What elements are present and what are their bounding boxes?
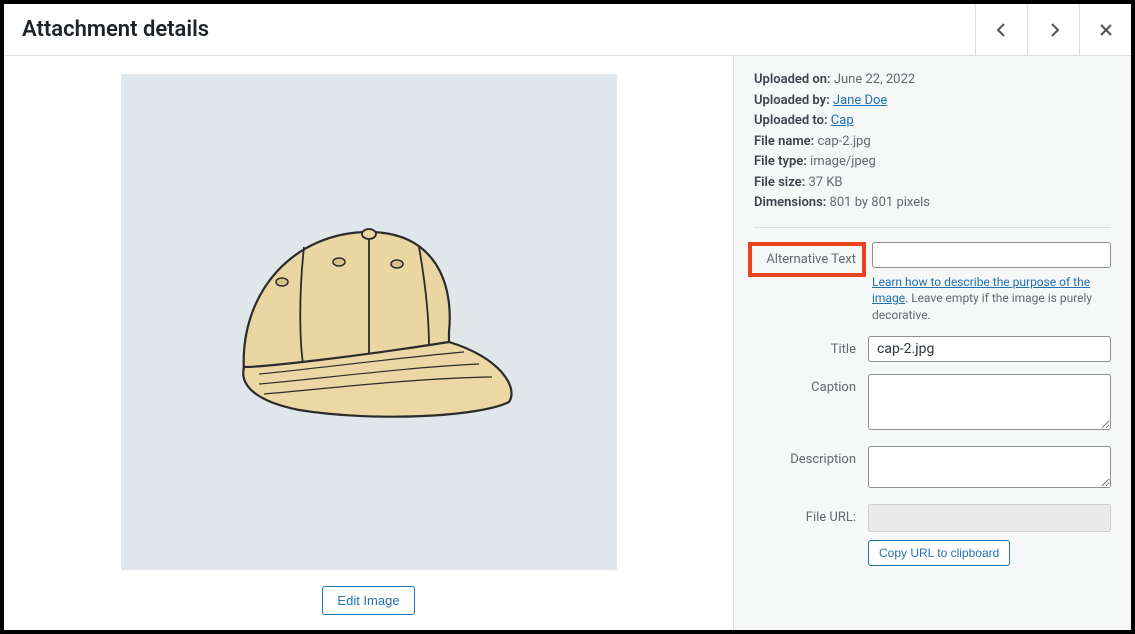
close-icon — [1098, 22, 1114, 38]
image-pane: Edit Image — [4, 56, 733, 630]
attachment-details-modal: Attachment details — [4, 4, 1131, 630]
title-control — [868, 336, 1111, 362]
field-caption: Caption — [754, 374, 1111, 434]
meta-uploaded-to: Uploaded to: Cap — [754, 111, 1111, 131]
meta-value: image/jpeg — [810, 154, 876, 169]
meta-uploaded-on: Uploaded on: June 22, 2022 — [754, 70, 1111, 90]
alt-text-label: Alternative Text — [748, 242, 866, 277]
meta-uploaded-by: Uploaded by: Jane Doe — [754, 91, 1111, 111]
field-description: Description — [754, 446, 1111, 492]
nav-next-button[interactable] — [1027, 4, 1079, 56]
meta-label: File size: — [754, 175, 805, 190]
field-file-url: File URL: Copy URL to clipboard — [754, 504, 1111, 566]
alt-text-input[interactable] — [872, 242, 1111, 268]
uploaded-to-link[interactable]: Cap — [831, 113, 854, 128]
meta-label: Uploaded to: — [754, 113, 828, 128]
description-textarea[interactable] — [868, 446, 1111, 488]
nav-prev-button[interactable] — [975, 4, 1027, 56]
divider — [754, 227, 1111, 228]
file-url-control: Copy URL to clipboard — [868, 504, 1111, 566]
alt-text-hint-rest: . Leave empty if the image is purely dec… — [872, 291, 1092, 322]
caption-textarea[interactable] — [868, 374, 1111, 430]
modal-header: Attachment details — [4, 4, 1131, 56]
meta-file-type: File type: image/jpeg — [754, 152, 1111, 172]
meta-dimensions: Dimensions: 801 by 801 pixels — [754, 193, 1111, 213]
chevron-right-icon — [1046, 22, 1062, 38]
close-button[interactable] — [1079, 4, 1131, 56]
edit-image-button[interactable]: Edit Image — [322, 586, 414, 615]
file-url-label: File URL: — [754, 504, 868, 525]
meta-file-name: File name: cap-2.jpg — [754, 132, 1111, 152]
meta-value: cap-2.jpg — [817, 134, 870, 149]
chevron-left-icon — [994, 22, 1010, 38]
alt-text-control: Learn how to describe the purpose of the… — [872, 242, 1111, 324]
meta-value: 801 by 801 pixels — [830, 195, 930, 210]
meta-value: June 22, 2022 — [834, 72, 915, 87]
header-buttons — [975, 4, 1131, 55]
alt-text-hint: Learn how to describe the purpose of the… — [872, 274, 1111, 324]
description-label: Description — [754, 446, 868, 467]
field-alt-text: Alternative Text Learn how to describe t… — [754, 242, 1111, 324]
file-url-input[interactable] — [868, 504, 1111, 532]
meta-label: File name: — [754, 134, 814, 149]
uploaded-by-link[interactable]: Jane Doe — [833, 93, 887, 108]
caption-control — [868, 374, 1111, 434]
field-title: Title — [754, 336, 1111, 362]
copy-url-button[interactable]: Copy URL to clipboard — [868, 540, 1010, 566]
meta-label: Uploaded on: — [754, 72, 831, 87]
meta-label: Dimensions: — [754, 195, 826, 210]
modal-title: Attachment details — [4, 17, 975, 42]
title-label: Title — [754, 336, 868, 357]
meta-value: 37 KB — [808, 175, 842, 190]
meta-label: File type: — [754, 154, 807, 169]
details-pane: Uploaded on: June 22, 2022 Uploaded by: … — [733, 56, 1131, 630]
image-preview — [121, 74, 617, 570]
description-control — [868, 446, 1111, 492]
cap-illustration — [204, 192, 534, 452]
meta-label: Uploaded by: — [754, 93, 830, 108]
title-input[interactable] — [868, 336, 1111, 362]
meta-file-size: File size: 37 KB — [754, 173, 1111, 193]
modal-body: Edit Image Uploaded on: June 22, 2022 Up… — [4, 56, 1131, 630]
caption-label: Caption — [754, 374, 868, 395]
